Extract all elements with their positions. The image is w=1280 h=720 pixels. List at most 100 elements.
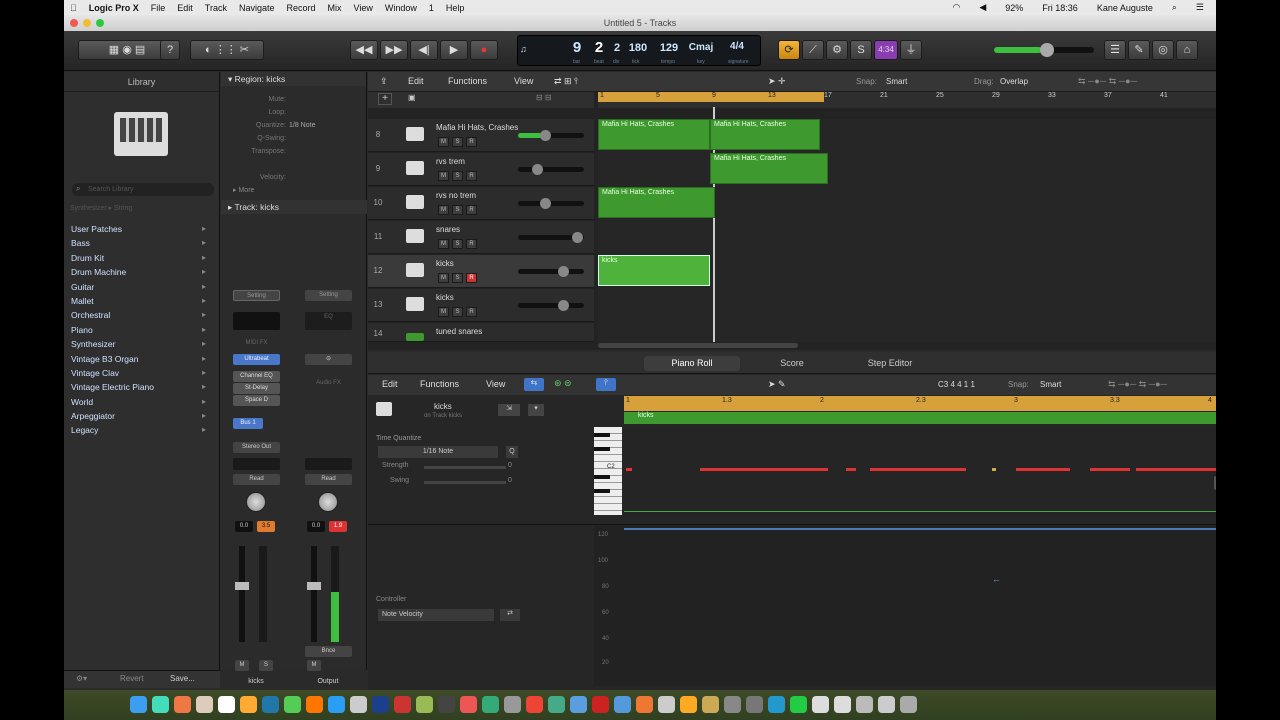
menu-navigate[interactable]: Navigate <box>239 3 275 13</box>
mute-button[interactable]: M <box>438 137 449 147</box>
logic-icon[interactable] <box>438 696 455 713</box>
record-enable-button[interactable]: R <box>466 137 477 147</box>
track-name[interactable]: rvs trem <box>436 157 465 166</box>
track-volume-slider[interactable] <box>518 232 584 243</box>
solo-button[interactable]: S <box>452 273 463 283</box>
library-item[interactable]: Drum Kit <box>64 251 220 265</box>
app-icon[interactable] <box>680 696 697 713</box>
itunes-icon[interactable] <box>460 696 477 713</box>
mute-button[interactable]: M <box>438 205 449 215</box>
rewind-button[interactable]: ◀◀ <box>350 40 378 60</box>
pointer-tool-icon[interactable]: ➤ ✎ <box>768 379 786 390</box>
menu-help[interactable]: Help <box>446 3 465 13</box>
controller-lane-button[interactable]: ⇄ <box>500 609 520 621</box>
library-item[interactable]: Legacy <box>64 423 220 437</box>
vertical-scrollbar[interactable] <box>1214 476 1216 490</box>
solo-button[interactable]: S <box>452 239 463 249</box>
menu-view[interactable]: View <box>354 3 373 13</box>
catch-icon[interactable]: ⇪ <box>380 76 388 87</box>
piano-keyboard[interactable]: C2 <box>594 427 622 515</box>
track-header[interactable]: 8 Mafia Hi Hats, Crashes M S R <box>368 119 594 152</box>
track-header[interactable]: 9 rvs trem M S R <box>368 153 594 186</box>
mute-button[interactable]: M <box>438 239 449 249</box>
minimize-window-button[interactable] <box>83 19 91 27</box>
solo-button[interactable]: S <box>452 137 463 147</box>
solo-button[interactable]: S <box>850 40 872 60</box>
region[interactable]: Mafia Hi Hats, Crashes <box>710 119 820 150</box>
record-button[interactable]: ● <box>470 40 498 60</box>
record-enable-button[interactable]: R <box>466 239 477 249</box>
gear-icon[interactable]: ⚙▾ <box>76 674 87 683</box>
menu-app[interactable]: Logic Pro X <box>89 3 139 13</box>
zoom-icon[interactable]: ⇄ ⊞ ⫯ <box>554 76 578 87</box>
app-icon[interactable] <box>768 696 785 713</box>
go-to-start-button[interactable]: ◀| <box>410 40 438 60</box>
battery-text[interactable]: 92% <box>1005 3 1023 13</box>
folder-icon[interactable] <box>878 696 895 713</box>
chrome-icon[interactable] <box>548 696 565 713</box>
library-item[interactable]: Drum Machine <box>64 265 220 279</box>
library-filter-synthesizer[interactable]: Synthesizer <box>70 205 107 212</box>
track-name[interactable]: kicks <box>436 259 454 268</box>
setting-button[interactable]: Setting <box>233 290 280 301</box>
automation-mode[interactable]: Read <box>305 474 352 485</box>
instrument-slot[interactable]: Ultrabeat <box>233 354 280 365</box>
midi-fx-slot[interactable]: MIDI FX <box>233 338 280 349</box>
menu-record[interactable]: Record <box>287 3 316 13</box>
catch-button[interactable]: ⫯ <box>596 378 616 391</box>
app-icon[interactable] <box>658 696 675 713</box>
tracks-edit-menu[interactable]: Edit <box>408 76 424 86</box>
region[interactable]: Mafia Hi Hats, Crashes <box>710 153 828 184</box>
toolbar-buttons-group[interactable]: ◐ ⋮⋮ ✂ <box>190 40 264 60</box>
app-icon[interactable] <box>746 696 763 713</box>
play-button[interactable]: ▶ <box>440 40 468 60</box>
collapse-button[interactable]: ▾ <box>528 404 544 416</box>
library-item[interactable]: Orchestral <box>64 308 220 322</box>
menu-mix[interactable]: Mix <box>328 3 342 13</box>
track-header-selected[interactable]: 12 kicks M S R <box>368 255 594 288</box>
mute-button[interactable]: M <box>438 273 449 283</box>
revert-button[interactable]: Revert <box>120 674 144 683</box>
add-track-button[interactable]: + <box>378 93 392 105</box>
app-icon[interactable] <box>394 696 411 713</box>
menu-window[interactable]: Window <box>385 3 417 13</box>
loop-browser-button[interactable]: ◎ <box>1152 40 1174 60</box>
global-tracks-icon[interactable]: ⊟ ⊟ <box>536 93 552 102</box>
swing-slider[interactable] <box>424 481 506 484</box>
library-item[interactable]: Vintage B3 Organ <box>64 352 220 366</box>
apple-icon[interactable]:  <box>70 3 77 13</box>
app-icon[interactable] <box>812 696 829 713</box>
automation-mode[interactable]: Read <box>233 474 280 485</box>
drag-dropdown[interactable]: Overlap <box>1000 77 1060 86</box>
group-slot[interactable] <box>305 458 352 470</box>
quantize-button[interactable]: Q <box>506 446 518 458</box>
tracks-view-menu[interactable]: View <box>514 76 533 86</box>
mute-button[interactable]: M <box>235 660 249 671</box>
editor-zoom-slider[interactable]: ⇆ ─●─ ⇆ ─●─ <box>1108 379 1167 390</box>
library-path[interactable]: Synthesizer ▸ String <box>70 204 132 212</box>
library-item[interactable]: Guitar <box>64 280 220 294</box>
library-search-input[interactable]: Search Library <box>72 183 214 196</box>
mute-button[interactable]: M <box>307 660 321 671</box>
menu-track[interactable]: Track <box>205 3 227 13</box>
track-volume-slider[interactable] <box>518 164 584 175</box>
group-slot[interactable] <box>233 458 280 470</box>
preferences-icon[interactable] <box>350 696 367 713</box>
midi-in-icon[interactable]: ⊛ ⊜ <box>554 378 572 389</box>
library-filter-string[interactable]: String <box>114 205 132 212</box>
calendar-icon[interactable] <box>218 696 235 713</box>
zoom-slider[interactable]: ⇆ ─●─ ⇆ ─●─ <box>1078 76 1137 87</box>
lcd-display[interactable]: ♫ 9 2 2 180 129 Cmaj 4/4 bar beat div ti… <box>517 35 761 66</box>
documents-icon[interactable] <box>856 696 873 713</box>
strength-slider[interactable] <box>424 466 506 469</box>
output-slot[interactable]: Stereo Out <box>233 442 280 453</box>
app-icon[interactable] <box>724 696 741 713</box>
track-volume-slider[interactable] <box>518 266 584 277</box>
bounce-button[interactable]: Bnce <box>305 646 352 657</box>
link-button[interactable]: ⇆ <box>524 378 544 391</box>
pan-knob[interactable] <box>318 492 338 512</box>
piano-roll-region-bar[interactable]: kicks <box>624 412 1216 424</box>
snap-dropdown[interactable]: Smart <box>886 77 956 86</box>
fx-slot-space-d[interactable]: Space D <box>233 395 280 406</box>
piano-roll-grid[interactable] <box>624 426 1216 516</box>
